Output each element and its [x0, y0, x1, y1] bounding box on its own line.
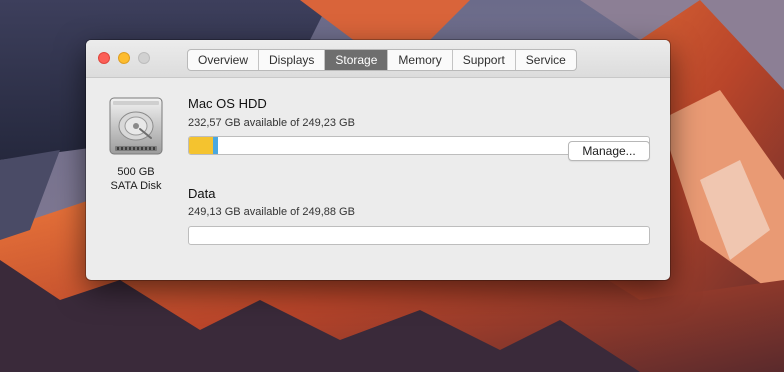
- volume-available: 249,13 GB available of 249,88 GB: [188, 206, 355, 218]
- close-button[interactable]: [98, 52, 110, 64]
- minimize-button[interactable]: [118, 52, 130, 64]
- tab-service[interactable]: Service: [516, 50, 576, 70]
- tab-bar: Overview Displays Storage Memory Support…: [187, 49, 577, 71]
- storage-pane: 500 GB SATA Disk Mac OS HDD 232,57 GB av…: [86, 78, 670, 280]
- about-this-mac-window: Overview Displays Storage Memory Support…: [86, 40, 670, 280]
- tab-storage[interactable]: Storage: [325, 50, 389, 70]
- disk-type: SATA Disk: [110, 180, 162, 192]
- title-bar: Overview Displays Storage Memory Support…: [86, 40, 670, 78]
- volume-name: Data: [188, 186, 216, 201]
- usage-segment-apps: [189, 137, 213, 154]
- tab-overview[interactable]: Overview: [188, 50, 260, 70]
- tab-displays[interactable]: Displays: [259, 50, 326, 70]
- tab-support[interactable]: Support: [453, 50, 516, 70]
- volume-name: Mac OS HDD: [188, 96, 267, 111]
- hard-disk-icon: [109, 97, 163, 155]
- storage-usage-bar: [188, 226, 650, 245]
- disk-size: 500 GB: [117, 166, 155, 178]
- volume-available: 232,57 GB available of 249,23 GB: [188, 117, 355, 129]
- tab-memory[interactable]: Memory: [388, 50, 453, 70]
- usage-segment-other: [213, 137, 218, 154]
- manage-button[interactable]: Manage...: [568, 141, 650, 161]
- zoom-button[interactable]: [138, 52, 150, 64]
